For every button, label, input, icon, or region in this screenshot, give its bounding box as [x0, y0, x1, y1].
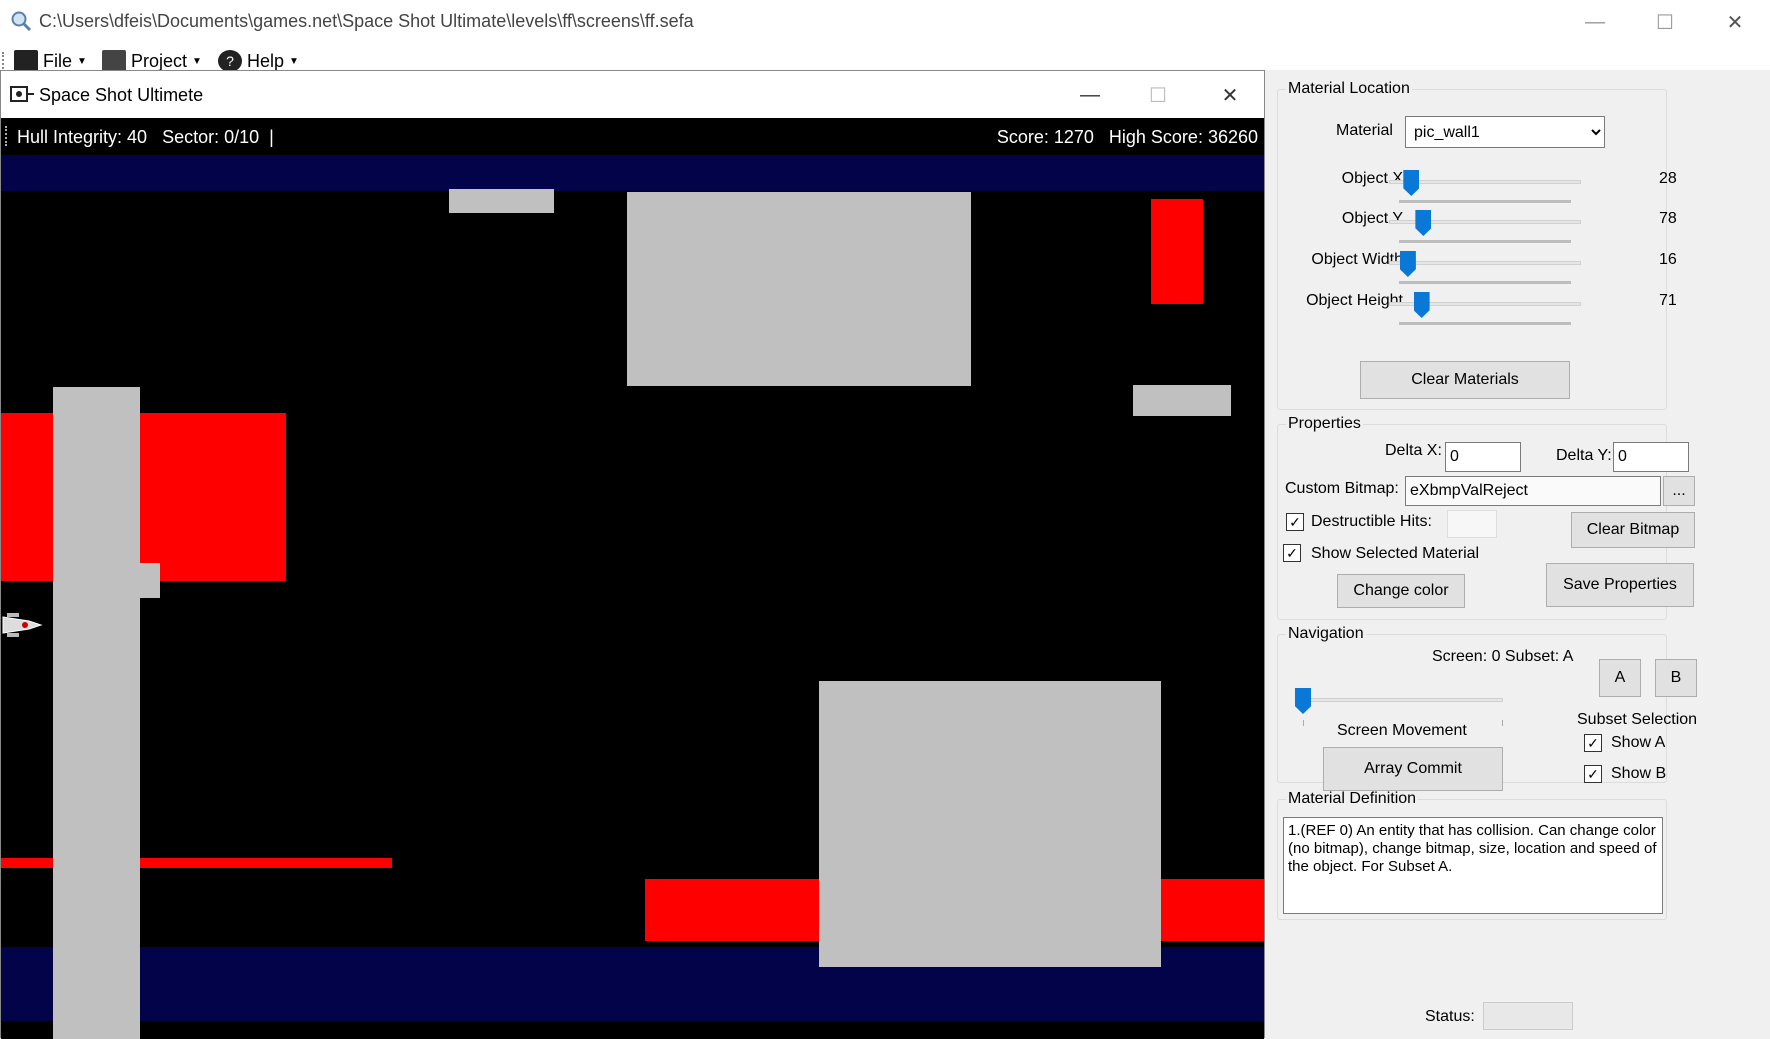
object-y-value: 78	[1659, 210, 1677, 227]
hud-score: Score: 1270 High Score: 36260	[996, 127, 1258, 147]
custom-bitmap-label: Custom Bitmap:	[1285, 480, 1399, 497]
menu-project-label: Project	[131, 50, 188, 71]
custom-bitmap-input[interactable]	[1405, 476, 1661, 506]
hazard-block[interactable]	[1151, 199, 1203, 304]
wall-block[interactable]	[53, 387, 140, 1039]
array-commit-button[interactable]: Array Commit	[1323, 747, 1503, 791]
delta-x-label: Delta X:	[1385, 442, 1442, 459]
grip-handle	[2, 52, 5, 72]
slider-tick	[1502, 720, 1503, 726]
screen-info: Screen: 0 Subset: A	[1432, 648, 1574, 665]
game-canvas[interactable]	[1, 155, 1264, 1039]
game-title: Space Shot Ultimete	[39, 85, 204, 105]
destructible-label: Destructible Hits:	[1311, 513, 1432, 530]
slider-tick	[1303, 720, 1304, 726]
object-height-label: Object Height	[1306, 292, 1403, 309]
browse-bitmap-button[interactable]: ...	[1663, 476, 1695, 506]
delta-x-input[interactable]	[1445, 442, 1521, 472]
object-width-ticks	[1399, 281, 1571, 284]
menu-file[interactable]: File ▼	[14, 50, 87, 72]
destructible-hits-input[interactable]	[1447, 510, 1497, 538]
menu-help-label: Help	[247, 50, 285, 71]
clear-bitmap-button[interactable]: Clear Bitmap	[1571, 512, 1695, 548]
object-y-ticks	[1399, 240, 1571, 243]
status-field	[1483, 1002, 1573, 1030]
object-width-value: 16	[1659, 251, 1677, 268]
object-x-label: Object X	[1341, 170, 1403, 187]
screen-movement-track[interactable]	[1303, 698, 1503, 702]
top-boundary	[1, 155, 1264, 191]
object-width-track[interactable]	[1389, 261, 1581, 265]
wall-block[interactable]	[449, 189, 479, 197]
delta-y-input[interactable]	[1613, 442, 1689, 472]
minimize-button[interactable]: —	[1572, 0, 1618, 44]
game-close-button[interactable]: ✕	[1207, 73, 1253, 117]
hud-status: Hull Integrity: 40 Sector: 0/10 |	[17, 127, 274, 147]
show-selected-label: Show Selected Material	[1311, 545, 1480, 562]
game-window[interactable]: Space Shot Ultimete — ☐ ✕ Hull Integrity…	[0, 70, 1265, 1039]
search-icon	[11, 11, 32, 32]
show-b-checkbox[interactable]: ✓	[1584, 765, 1602, 783]
subset-selection-label: Subset Selection	[1577, 711, 1698, 728]
show-a-label: Show A	[1611, 734, 1666, 751]
screen-movement-label: Screen Movement	[1337, 722, 1467, 739]
close-button[interactable]: ✕	[1712, 0, 1758, 44]
wall-block[interactable]	[140, 563, 160, 598]
ship-icon	[10, 86, 34, 102]
delta-y-label: Delta Y:	[1556, 447, 1612, 464]
material-label: Material	[1336, 122, 1393, 139]
menu-project[interactable]: Project ▼	[102, 50, 202, 72]
material-definition-text[interactable]: 1.(REF 0) An entity that has collision. …	[1283, 817, 1663, 914]
game-hud: Hull Integrity: 40 Sector: 0/10 | Score:…	[1, 119, 1264, 155]
menu-file-label: File	[43, 50, 73, 71]
grid-icon	[102, 50, 126, 72]
menu-help[interactable]: ? Help ▼	[218, 50, 299, 72]
material-location-legend: Material Location	[1288, 80, 1410, 97]
game-title-bar: Space Shot Ultimete — ☐ ✕	[1, 71, 1264, 118]
folder-icon	[14, 50, 38, 72]
subset-a-button[interactable]: A	[1599, 659, 1641, 697]
object-height-value: 71	[1659, 292, 1677, 309]
subset-b-button[interactable]: B	[1655, 659, 1697, 697]
chevron-down-icon: ▼	[77, 55, 87, 67]
save-properties-button[interactable]: Save Properties	[1546, 563, 1694, 607]
clear-materials-button[interactable]: Clear Materials	[1360, 361, 1570, 399]
editor-panel: Material Location Material pic_wall1 Cle…	[1265, 70, 1770, 1038]
object-width-label: Object Width	[1311, 251, 1403, 268]
show-selected-checkbox[interactable]: ✓	[1283, 544, 1301, 562]
object-x-ticks	[1399, 200, 1571, 203]
show-a-checkbox[interactable]: ✓	[1584, 734, 1602, 752]
wall-block[interactable]	[1133, 385, 1231, 416]
status-bar: Status:	[1265, 995, 1770, 1038]
chevron-down-icon: ▼	[192, 55, 202, 67]
player-ship-icon[interactable]	[1, 607, 43, 643]
grip-handle	[5, 126, 8, 146]
object-height-ticks	[1399, 322, 1571, 325]
object-x-value: 28	[1659, 170, 1677, 187]
destructible-checkbox[interactable]: ✓	[1286, 513, 1304, 531]
file-path: C:\Users\dfeis\Documents\games.net\Space…	[39, 11, 694, 31]
properties-legend: Properties	[1288, 415, 1361, 432]
hazard-block[interactable]	[1, 413, 286, 581]
maximize-button[interactable]: ☐	[1642, 0, 1688, 44]
material-dropdown[interactable]: pic_wall1	[1405, 116, 1605, 148]
chevron-down-icon: ▼	[289, 55, 299, 67]
material-definition-legend: Material Definition	[1288, 790, 1417, 807]
object-y-label: Object Y	[1341, 210, 1403, 227]
status-label: Status:	[1425, 1008, 1475, 1025]
show-b-label: Show B	[1611, 765, 1667, 782]
help-icon: ?	[218, 50, 242, 72]
wall-block[interactable]	[627, 192, 971, 386]
app-title-bar: C:\Users\dfeis\Documents\games.net\Space…	[0, 0, 1770, 44]
wall-block[interactable]	[819, 681, 1161, 967]
game-maximize-button[interactable]: ☐	[1135, 73, 1181, 117]
game-minimize-button[interactable]: —	[1067, 73, 1113, 117]
menu-bar: File ▼ Project ▼ ? Help ▼	[0, 44, 1770, 72]
change-color-button[interactable]: Change color	[1337, 574, 1465, 608]
navigation-legend: Navigation	[1288, 625, 1364, 642]
